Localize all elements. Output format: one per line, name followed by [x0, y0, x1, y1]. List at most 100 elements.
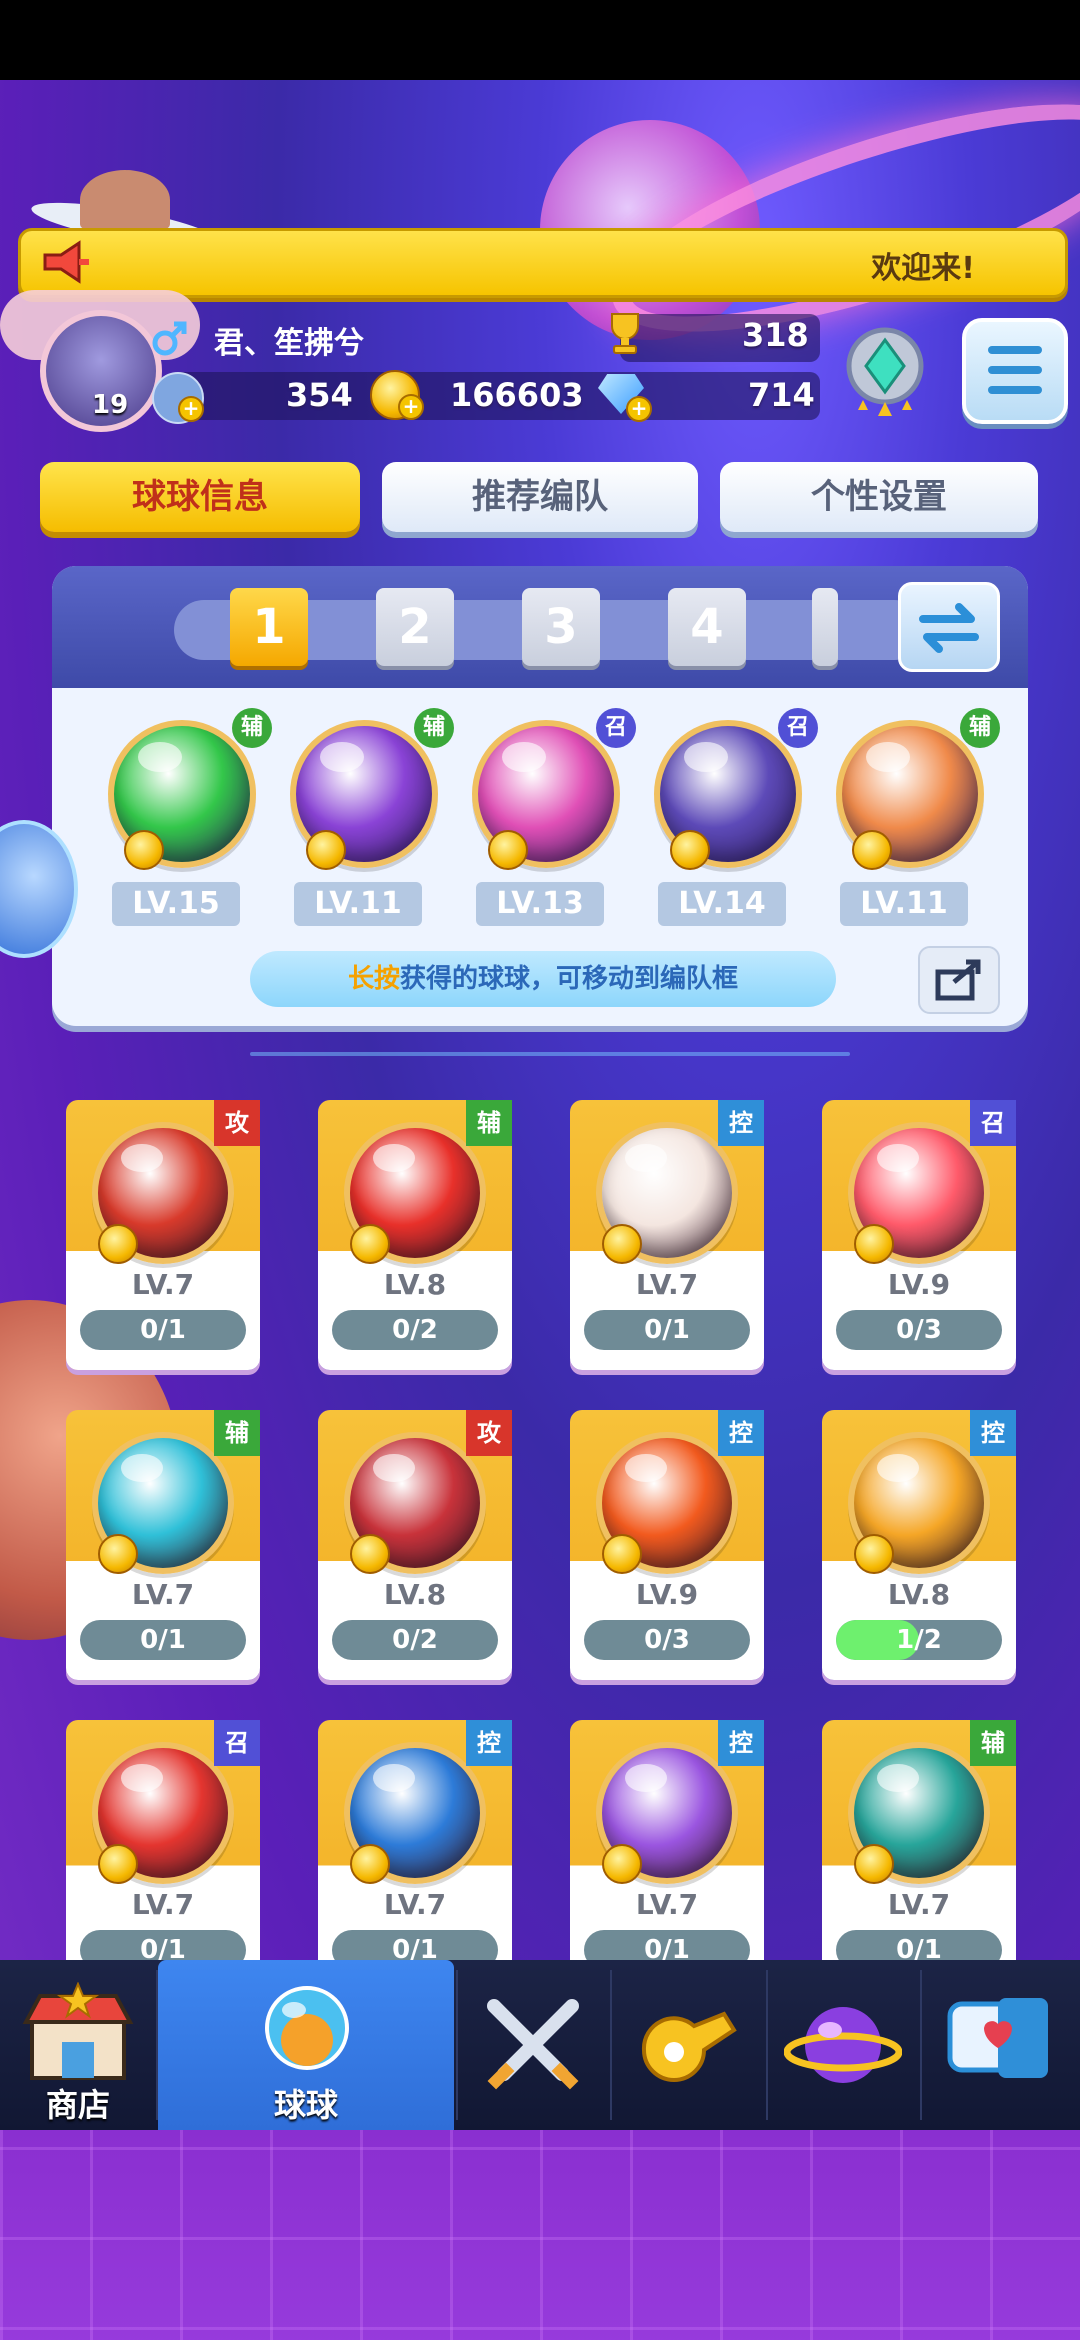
coin-count: 166603	[450, 376, 584, 414]
progress-text: 0/2	[392, 1315, 438, 1345]
team-slot-2[interactable]: 2	[376, 588, 454, 666]
ball-card[interactable]: 攻 LV.7 0/1	[66, 1100, 260, 1370]
ball-card-type-badge: 攻	[466, 1410, 512, 1456]
hint-highlight: 长按	[347, 964, 400, 994]
team-ball-coin-icon	[306, 830, 346, 870]
male-gender-icon	[152, 321, 187, 356]
ball-card-progress: 0/1	[584, 1310, 750, 1350]
ball-card-level: LV.7	[131, 1578, 195, 1611]
team-ball-coin-icon	[124, 830, 164, 870]
ball-card-progress: 0/3	[836, 1310, 1002, 1350]
ball-card-coin-icon	[350, 1534, 390, 1574]
team-slot-4[interactable]: 4	[668, 588, 746, 666]
ball-card-coin-icon	[98, 1534, 138, 1574]
tab-ball-info[interactable]: 球球信息	[40, 462, 360, 532]
ball-card-type-badge: 辅	[214, 1410, 260, 1456]
progress-text: 1/2	[896, 1625, 942, 1655]
progress-text: 0/3	[644, 1625, 690, 1655]
ball-card-coin-icon	[98, 1224, 138, 1264]
crossed-swords-icon	[487, 1999, 579, 2090]
nav-battle[interactable]	[458, 1960, 608, 2130]
ball-card-coin-icon	[602, 1844, 642, 1884]
ball-card-type-badge: 控	[718, 1100, 764, 1146]
whistle-icon	[641, 2011, 737, 2082]
ball-card-progress: 0/1	[80, 1310, 246, 1350]
tab-personal-settings[interactable]: 个性设置	[720, 462, 1038, 532]
ball-card-coin-icon	[98, 1844, 138, 1884]
nav-planet[interactable]	[768, 1960, 918, 2130]
team-ball-type-badge: 辅	[414, 708, 454, 748]
banner-text: 欢迎来!	[871, 251, 975, 286]
menu-button[interactable]	[962, 318, 1068, 424]
ball-card[interactable]: 控 LV.7 0/1	[570, 1100, 764, 1370]
nav-balls-label: 球球	[273, 2086, 338, 2124]
chat-heart-icon	[947, 1998, 1048, 2078]
ball-card[interactable]: 辅 LV.7 0/1	[66, 1410, 260, 1680]
rank-badge-icon[interactable]	[830, 318, 940, 428]
tab-recommended-team[interactable]: 推荐编队	[382, 462, 698, 532]
nav-whistle[interactable]	[612, 1960, 764, 2130]
ball-card-progress: 0/2	[332, 1620, 498, 1660]
nav-social[interactable]	[922, 1960, 1080, 2130]
team-slot-3[interactable]: 3	[522, 588, 600, 666]
ball-card-coin-icon	[602, 1224, 642, 1264]
ball-card-progress: 0/3	[584, 1620, 750, 1660]
ball-card[interactable]: 控 LV.8 1/2	[822, 1410, 1016, 1680]
team-ball-coin-icon	[670, 830, 710, 870]
team-ball-level: LV.14	[658, 882, 786, 926]
planet-icon	[784, 2007, 902, 2083]
trophy-count: 318	[742, 316, 809, 354]
ball-card-type-badge: 控	[718, 1720, 764, 1766]
team-ball-type-badge: 辅	[960, 708, 1000, 748]
nav-shop[interactable]: 商店	[0, 1960, 156, 2130]
ball-card[interactable]: 召 LV.9 0/3	[822, 1100, 1016, 1370]
nav-shop-label: 商店	[45, 2086, 110, 2124]
ball-card[interactable]: 控 LV.7 0/1	[570, 1720, 764, 1980]
ball-card-type-badge: 召	[214, 1720, 260, 1766]
ball-card-coin-icon	[350, 1844, 390, 1884]
player-name: 君、笙拂兮	[214, 326, 364, 361]
add-coins-button[interactable]: +	[398, 394, 424, 420]
ball-card-type-badge: 辅	[466, 1100, 512, 1146]
ball-card-type-badge: 辅	[970, 1720, 1016, 1766]
add-diamonds-button[interactable]: +	[626, 396, 652, 422]
team-ball-level: LV.15	[112, 882, 240, 926]
shop-icon	[22, 1982, 134, 2080]
team-slot-5-partial[interactable]	[812, 588, 838, 666]
ball-card-coin-icon	[854, 1534, 894, 1574]
ball-card-coin-icon	[602, 1534, 642, 1574]
ball-card[interactable]: 控 LV.9 0/3	[570, 1410, 764, 1680]
megaphone-icon	[43, 240, 89, 284]
team-ball-level: LV.11	[840, 882, 968, 926]
swap-team-button[interactable]	[898, 582, 1000, 672]
ball-card-type-badge: 控	[718, 1410, 764, 1456]
share-button[interactable]	[918, 946, 1000, 1014]
team-slot-1[interactable]: 1	[230, 588, 308, 666]
ball-card[interactable]: 攻 LV.8 0/2	[318, 1410, 512, 1680]
ball-card[interactable]: 辅 LV.8 0/2	[318, 1100, 512, 1370]
player-level: 19	[92, 390, 129, 420]
ball-card-type-badge: 控	[970, 1410, 1016, 1456]
progress-text: 0/1	[644, 1315, 690, 1345]
ball-card[interactable]: 辅 LV.7 0/1	[822, 1720, 1016, 1980]
team-ball-type-badge: 召	[778, 708, 818, 748]
team-header: 1 2 3 4	[52, 566, 1028, 688]
ball-card-level: LV.9	[887, 1268, 951, 1301]
welcome-banner[interactable]: 欢迎来!	[18, 228, 1068, 298]
ball-card-progress: 0/2	[332, 1310, 498, 1350]
ball-card-level: LV.7	[383, 1888, 447, 1921]
ball-card-level: LV.7	[131, 1888, 195, 1921]
grid-floor	[0, 2130, 1080, 2340]
ball-card[interactable]: 控 LV.7 0/1	[318, 1720, 512, 1980]
ball-icon	[265, 1986, 349, 2070]
nav-balls[interactable]: 球球	[158, 1960, 454, 2130]
energy-value: 354	[286, 376, 353, 414]
team-ball-type-badge: 辅	[232, 708, 272, 748]
team-ball-coin-icon	[852, 830, 892, 870]
ball-card-type-badge: 召	[970, 1100, 1016, 1146]
ball-card-level: LV.7	[887, 1888, 951, 1921]
ball-card[interactable]: 召 LV.7 0/1	[66, 1720, 260, 1980]
progress-text: 0/3	[896, 1315, 942, 1345]
add-energy-button[interactable]: +	[178, 396, 204, 422]
ball-card-level: LV.8	[383, 1268, 447, 1301]
